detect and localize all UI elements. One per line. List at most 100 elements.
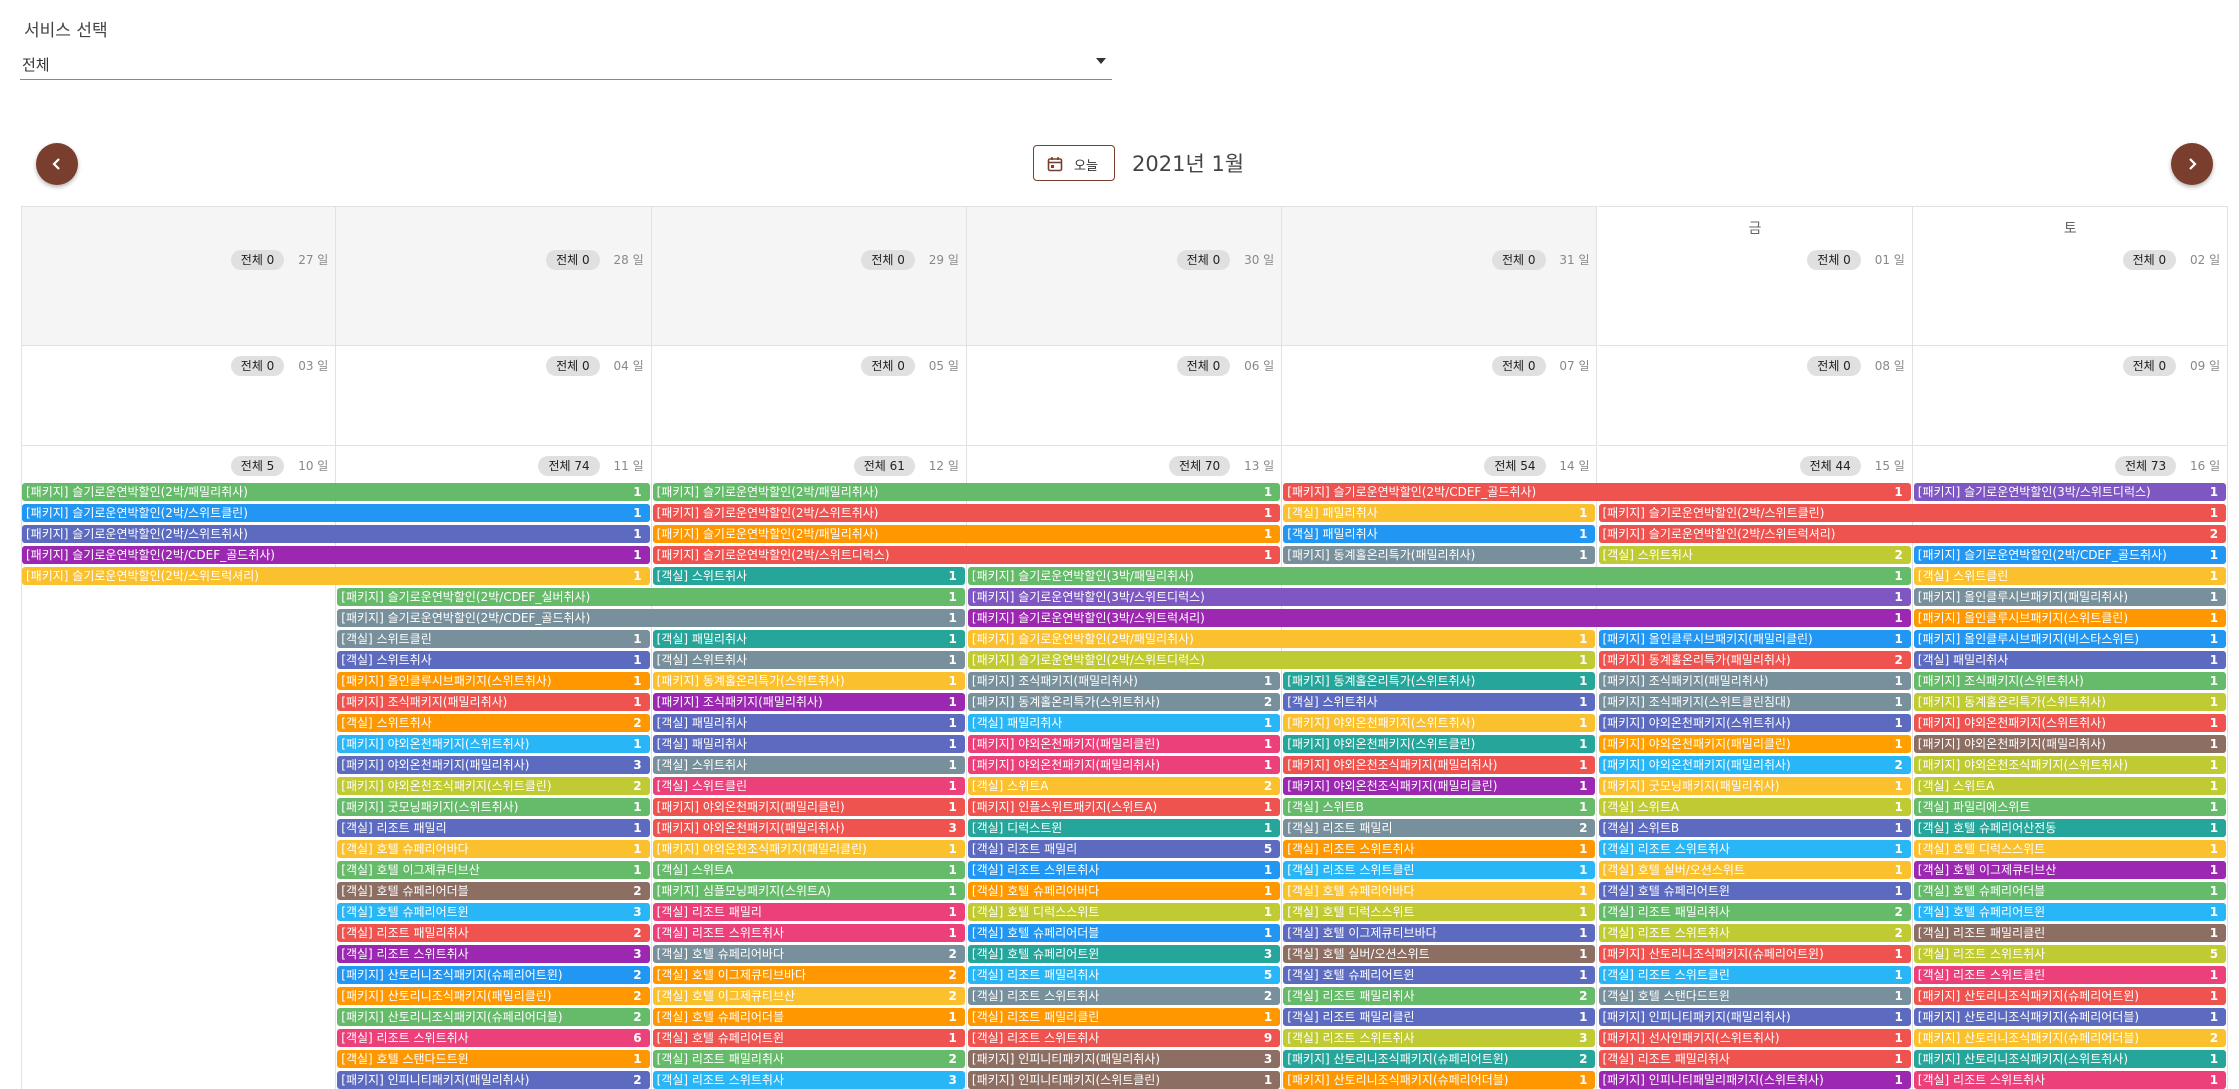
reservation-event[interactable]: [패키지] 조식패키지(스위트취사) 1 [1913, 672, 2227, 690]
day-total-badge[interactable]: 전체 0 [861, 356, 915, 376]
reservation-event[interactable]: [객실] 리조트 스위트클린 1 [1598, 966, 1911, 984]
reservation-event[interactable]: [패키지] 선사인패키지(스위트취사) 1 [1598, 1029, 1911, 1047]
reservation-event[interactable]: [패키지] 야외온천패키지(스위트취사) 1 [337, 735, 650, 753]
reservation-event[interactable]: [패키지] 야외온천조식패키지(패밀리취사) 1 [1283, 756, 1596, 774]
day-cell[interactable] [1597, 346, 1913, 446]
day-cell[interactable] [1282, 206, 1598, 346]
reservation-event[interactable]: [객실] 스위트클린 1 [337, 630, 650, 648]
reservation-event[interactable]: [패키지] 올인클루시브패키지(스위트클린) 1 [1913, 609, 2227, 627]
reservation-event[interactable]: [객실] 리조트 스위트클린 1 [1913, 966, 2227, 984]
reservation-event[interactable]: [패키지] 야외온천패키지(패밀리클린) 1 [967, 735, 1281, 753]
reservation-event[interactable]: [객실] 패밀리취사 1 [1283, 525, 1596, 543]
day-total-badge[interactable]: 전체 0 [861, 250, 915, 270]
reservation-event[interactable]: [패키지] 슬기로운연박할인(2박/CDEF_골드취사) 1 [337, 609, 965, 627]
reservation-event[interactable]: [패키지] 동계홀온리특가(스위트취사) 1 [1283, 672, 1596, 690]
reservation-event[interactable]: [패키지] 야외온천패키지(스위트취사) 1 [1598, 714, 1911, 732]
reservation-event[interactable]: [패키지] 동계홀온리특가(패밀리취사) 2 [1598, 651, 1911, 669]
reservation-event[interactable]: [객실] 호텔 이그제큐티브산 1 [337, 861, 650, 879]
reservation-event[interactable]: [객실] 패밀리취사 1 [967, 714, 1281, 732]
day-total-badge[interactable]: 전체 5 [230, 456, 285, 476]
reservation-event[interactable]: [객실] 호텔 스탠다드트윈 1 [1598, 987, 1911, 1005]
reservation-event[interactable]: [패키지] 슬기로운연박할인(2박/패밀리취사) 1 [652, 483, 1281, 501]
reservation-event[interactable]: [패키지] 슬기로운연박할인(3박/스위트디럭스) 1 [967, 588, 1911, 606]
day-total-badge[interactable]: 전체 0 [1807, 356, 1861, 376]
reservation-event[interactable]: [패키지] 인피니티패키지(패밀리취사) 1 [1598, 1008, 1911, 1026]
reservation-event[interactable]: [패키지] 인피니티패밀리패키지(스위트취사) 1 [1598, 1071, 1911, 1089]
reservation-event[interactable]: [객실] 리조트 패밀리 1 [337, 819, 650, 837]
reservation-event[interactable]: [객실] 호텔 이그제큐티브바다 1 [1283, 924, 1596, 942]
reservation-event[interactable]: [객실] 호텔 슈페리어트윈 1 [652, 1029, 965, 1047]
reservation-event[interactable]: [패키지] 슬기로운연박할인(2박/패밀리취사) 1 [22, 483, 650, 501]
day-total-badge[interactable]: 전체 0 [1807, 250, 1861, 270]
reservation-event[interactable]: [객실] 스위트취사 2 [337, 714, 650, 732]
reservation-event[interactable]: [패키지] 슬기로운연박할인(2박/스위트클린) 1 [1598, 504, 2227, 522]
service-select[interactable]: 전체 [20, 52, 1112, 80]
day-cell[interactable] [651, 206, 967, 346]
prev-month-button[interactable] [36, 143, 78, 185]
reservation-event[interactable]: [패키지] 동계홀온리특가(스위트취사) 1 [1913, 693, 2227, 711]
day-total-badge[interactable]: 전체 61 [853, 456, 915, 476]
reservation-event[interactable]: [패키지] 산토리니조식패키지(슈페리어더블) 1 [1283, 1071, 1596, 1089]
reservation-event[interactable]: [객실] 패밀리취사 1 [1283, 504, 1596, 522]
day-cell[interactable] [21, 206, 337, 346]
reservation-event[interactable]: [패키지] 인피니티패키지(패밀리취사) 2 [337, 1071, 650, 1089]
reservation-event[interactable]: [객실] 스위트클린 1 [1913, 567, 2227, 585]
reservation-event[interactable]: [패키지] 야외온천패키지(스위트클린) 1 [1283, 735, 1596, 753]
reservation-event[interactable]: [객실] 호텔 실버/오션스위트 1 [1598, 861, 1911, 879]
reservation-event[interactable]: [패키지] 조식패키지(스위트클린침대) 1 [1598, 693, 1911, 711]
reservation-event[interactable]: [패키지] 슬기로운연박할인(2박/CDEF_골드취사) 1 [1283, 483, 1911, 501]
day-total-badge[interactable]: 전체 0 [1491, 250, 1546, 270]
reservation-event[interactable]: [패키지] 야외온천패키지(패밀리취사) 3 [337, 756, 650, 774]
reservation-event[interactable]: [객실] 리조트 스위트취사 1 [1598, 840, 1911, 858]
day-total-badge[interactable]: 전체 0 [546, 356, 600, 376]
day-total-badge[interactable]: 전체 0 [2122, 250, 2177, 270]
day-total-badge[interactable]: 전체 0 [1491, 356, 1546, 376]
reservation-event[interactable]: [패키지] 조식패키지(패밀리취사) 1 [967, 672, 1281, 690]
reservation-event[interactable]: [패키지] 산토리니조식패키지(스위트취사) 1 [1913, 1050, 2227, 1068]
reservation-event[interactable]: [객실] 리조트 스위트취사 3 [652, 1071, 965, 1089]
reservation-event[interactable]: [패키지] 굿모닝패키지(패밀리취사) 1 [1598, 777, 1911, 795]
reservation-event[interactable]: [패키지] 슬기로운연박할인(2박/CDEF_실버취사) 1 [337, 588, 965, 606]
reservation-event[interactable]: [패키지] 슬기로운연박할인(2박/패밀리취사) 1 [652, 525, 1281, 543]
reservation-event[interactable]: [객실] 호텔 이그제큐티브바다 2 [652, 966, 965, 984]
reservation-event[interactable]: [객실] 스위트취사 1 [652, 756, 965, 774]
reservation-event[interactable]: [객실] 리조트 패밀리 2 [1283, 819, 1596, 837]
reservation-event[interactable]: [객실] 리조트 스위트취사 5 [1913, 945, 2227, 963]
day-cell[interactable] [1597, 206, 1913, 346]
reservation-event[interactable]: [객실] 패밀리취사 1 [652, 735, 965, 753]
reservation-event[interactable]: [객실] 패밀리취사 1 [652, 714, 965, 732]
reservation-event[interactable]: [패키지] 심플모닝패키지(스위트A) 1 [652, 882, 965, 900]
reservation-event[interactable]: [패키지] 올인클루시브패키지(패밀리클린) 1 [1598, 630, 1911, 648]
reservation-event[interactable]: [객실] 리조트 패밀리취사 1 [1598, 1050, 1911, 1068]
reservation-event[interactable]: [패키지] 슬기로운연박할인(3박/패밀리취사) 1 [967, 567, 1911, 585]
reservation-event[interactable]: [객실] 스위트취사 1 [652, 651, 965, 669]
reservation-event[interactable]: [객실] 호텔 슈페리어더블 1 [967, 924, 1281, 942]
reservation-event[interactable]: [객실] 호텔 슈페리어산전동 1 [1913, 819, 2227, 837]
reservation-event[interactable]: [패키지] 산토리니조식패키지(슈페리어트윈) 2 [337, 966, 650, 984]
day-total-badge[interactable]: 전체 73 [2114, 456, 2177, 476]
reservation-event[interactable]: [객실] 호텔 슈페리어더블 1 [1913, 882, 2227, 900]
day-cell[interactable] [336, 206, 652, 346]
reservation-event[interactable]: [패키지] 슬기로운연박할인(2박/스위트취사) 1 [22, 525, 650, 543]
reservation-event[interactable]: [객실] 호텔 디럭스스위트 1 [1913, 840, 2227, 858]
reservation-event[interactable]: [패키지] 산토리니조식패키지(슈페리어트윈) 2 [1283, 1050, 1596, 1068]
reservation-event[interactable]: [패키지] 산토리니조식패키지(슈페리어더블) 2 [337, 1008, 650, 1026]
day-total-badge[interactable]: 전체 44 [1799, 456, 1861, 476]
reservation-event[interactable]: [객실] 호텔 디럭스스위트 1 [967, 903, 1281, 921]
reservation-event[interactable]: [패키지] 조식패키지(패밀리취사) 1 [337, 693, 650, 711]
reservation-event[interactable]: [객실] 파밀리에스위트 1 [1913, 798, 2227, 816]
reservation-event[interactable]: [객실] 리조트 스위트취사 2 [1598, 924, 1911, 942]
reservation-event[interactable]: [객실] 호텔 슈페리어바다 1 [967, 882, 1281, 900]
day-cell[interactable] [336, 346, 652, 446]
day-total-badge[interactable]: 전체 0 [1176, 250, 1231, 270]
reservation-event[interactable]: [객실] 스위트A 1 [1598, 798, 1911, 816]
reservation-event[interactable]: [객실] 호텔 슈페리어바다 1 [337, 840, 650, 858]
reservation-event[interactable]: [객실] 리조트 스위트취사 3 [1283, 1029, 1596, 1047]
day-total-badge[interactable]: 전체 54 [1484, 456, 1546, 476]
reservation-event[interactable]: [패키지] 올인클루시브패키지(패밀리취사) 1 [1913, 588, 2227, 606]
reservation-event[interactable]: [객실] 리조트 패밀리취사 2 [337, 924, 650, 942]
reservation-event[interactable]: [패키지] 야외온천조식패키지(스위트클린) 2 [337, 777, 650, 795]
reservation-event[interactable]: [객실] 리조트 스위트취사 3 [337, 945, 650, 963]
reservation-event[interactable]: [객실] 호텔 슈페리어트윈 3 [337, 903, 650, 921]
reservation-event[interactable]: [객실] 리조트 스위트취사 1 [1913, 1071, 2227, 1089]
